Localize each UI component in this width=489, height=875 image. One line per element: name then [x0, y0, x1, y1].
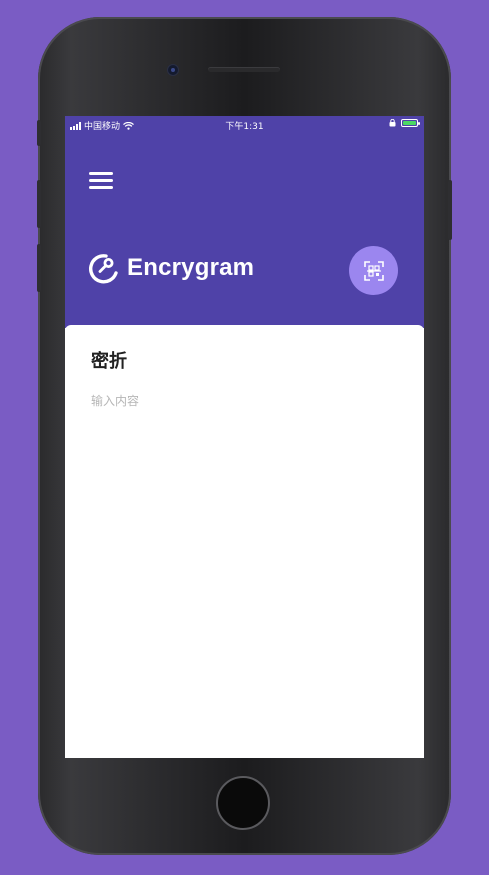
scan-button[interactable]	[349, 246, 398, 295]
orientation-lock-icon	[389, 119, 396, 127]
note-title: 密折	[91, 351, 127, 372]
battery-icon	[401, 119, 420, 127]
status-right	[389, 119, 420, 127]
scan-qr-icon	[363, 260, 384, 281]
content-input[interactable]	[91, 387, 401, 415]
front-camera	[168, 65, 178, 75]
status-time: 下午1:31	[225, 122, 264, 132]
status-bar: 中国移动 下午1:31	[65, 116, 424, 134]
app-screen: 中国移动 下午1:31 Encrygram 密折 输入内容	[65, 116, 424, 758]
volume-up-button	[37, 180, 41, 228]
app-brand: Encrygram	[87, 251, 254, 285]
encrygram-logo-icon	[89, 254, 118, 284]
note-card: 密折	[65, 325, 424, 758]
mute-switch	[37, 120, 41, 146]
earpiece-speaker	[208, 67, 280, 72]
app-name: Encrygram	[127, 254, 255, 281]
app-header: 中国移动 下午1:31 Encrygram	[65, 116, 424, 328]
home-button[interactable]	[216, 776, 270, 830]
volume-down-button	[37, 244, 41, 292]
power-button	[448, 180, 452, 240]
hamburger-menu-icon[interactable]	[89, 170, 113, 190]
